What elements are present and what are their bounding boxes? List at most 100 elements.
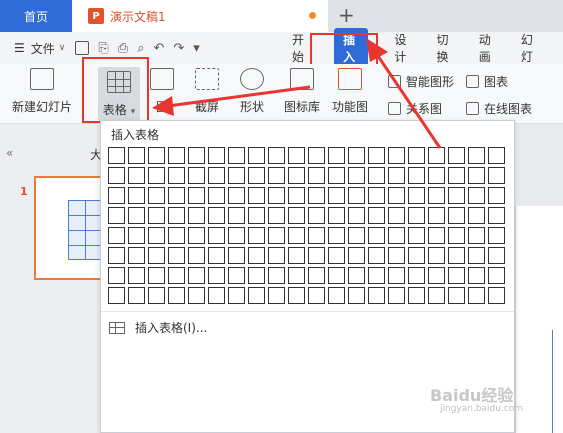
- export-icon[interactable]: ⎘: [98, 41, 108, 56]
- table-grid-cell[interactable]: [388, 287, 405, 304]
- table-grid-cell[interactable]: [368, 267, 385, 284]
- table-grid-cell[interactable]: [328, 207, 345, 224]
- table-grid-cell[interactable]: [208, 187, 225, 204]
- table-grid-cell[interactable]: [488, 287, 505, 304]
- table-grid-cell[interactable]: [448, 147, 465, 164]
- table-grid-cell[interactable]: [168, 227, 185, 244]
- table-grid-cell[interactable]: [448, 287, 465, 304]
- table-grid-cell[interactable]: [228, 287, 245, 304]
- table-grid-cell[interactable]: [308, 227, 325, 244]
- table-grid-cell[interactable]: [448, 187, 465, 204]
- table-grid-cell[interactable]: [208, 167, 225, 184]
- table-grid-cell[interactable]: [248, 147, 265, 164]
- table-grid-cell[interactable]: [148, 287, 165, 304]
- hamburger-icon[interactable]: ☰: [14, 41, 25, 55]
- table-grid-cell[interactable]: [428, 167, 445, 184]
- table-grid-cell[interactable]: [268, 227, 285, 244]
- table-grid-cell[interactable]: [168, 247, 185, 264]
- table-grid-cell[interactable]: [428, 147, 445, 164]
- table-grid-cell[interactable]: [108, 207, 125, 224]
- table-grid-cell[interactable]: [108, 187, 125, 204]
- table-grid-cell[interactable]: [188, 187, 205, 204]
- table-grid-cell[interactable]: [228, 207, 245, 224]
- table-grid-cell[interactable]: [228, 167, 245, 184]
- table-grid-cell[interactable]: [188, 167, 205, 184]
- table-grid-cell[interactable]: [328, 187, 345, 204]
- table-grid-cell[interactable]: [308, 187, 325, 204]
- table-grid-cell[interactable]: [268, 247, 285, 264]
- table-grid-cell[interactable]: [448, 247, 465, 264]
- table-grid-cell[interactable]: [328, 147, 345, 164]
- table-grid-cell[interactable]: [308, 147, 325, 164]
- table-grid-cell[interactable]: [368, 167, 385, 184]
- table-grid-cell[interactable]: [428, 187, 445, 204]
- table-grid-cell[interactable]: [288, 167, 305, 184]
- table-grid-cell[interactable]: [348, 247, 365, 264]
- table-grid-cell[interactable]: [428, 287, 445, 304]
- table-grid-cell[interactable]: [388, 207, 405, 224]
- table-grid-cell[interactable]: [308, 207, 325, 224]
- chart-button[interactable]: 图表: [466, 73, 508, 90]
- table-grid-cell[interactable]: [208, 147, 225, 164]
- table-grid-cell[interactable]: [288, 227, 305, 244]
- table-grid-cell[interactable]: [148, 147, 165, 164]
- table-grid-cell[interactable]: [388, 187, 405, 204]
- table-grid-cell[interactable]: [328, 287, 345, 304]
- table-grid-cell[interactable]: [128, 287, 145, 304]
- tab-slideshow[interactable]: 幻灯: [521, 31, 537, 65]
- new-slide-button[interactable]: 新建幻灯片: [12, 68, 72, 115]
- save-icon[interactable]: [75, 41, 90, 55]
- table-grid-cell[interactable]: [148, 187, 165, 204]
- table-grid-cell[interactable]: [428, 267, 445, 284]
- table-grid-cell[interactable]: [248, 267, 265, 284]
- table-grid-cell[interactable]: [208, 287, 225, 304]
- table-grid-cell[interactable]: [468, 187, 485, 204]
- table-grid-cell[interactable]: [408, 167, 425, 184]
- table-grid-cell[interactable]: [248, 167, 265, 184]
- table-grid-cell[interactable]: [488, 147, 505, 164]
- table-grid-cell[interactable]: [268, 207, 285, 224]
- table-grid-cell[interactable]: [188, 287, 205, 304]
- table-grid-cell[interactable]: [468, 207, 485, 224]
- table-grid-cell[interactable]: [268, 287, 285, 304]
- table-grid-cell[interactable]: [208, 247, 225, 264]
- table-grid-cell[interactable]: [308, 267, 325, 284]
- smart-art-button[interactable]: 智能图形: [388, 73, 454, 90]
- table-grid-cell[interactable]: [108, 227, 125, 244]
- table-grid-cell[interactable]: [208, 207, 225, 224]
- table-grid-cell[interactable]: [228, 227, 245, 244]
- table-grid-cell[interactable]: [328, 247, 345, 264]
- table-grid-cell[interactable]: [468, 147, 485, 164]
- table-grid-cell[interactable]: [348, 167, 365, 184]
- table-grid-cell[interactable]: [108, 247, 125, 264]
- table-grid-cell[interactable]: [268, 147, 285, 164]
- table-grid-cell[interactable]: [288, 147, 305, 164]
- table-size-grid[interactable]: [108, 147, 505, 304]
- table-grid-cell[interactable]: [288, 287, 305, 304]
- table-grid-cell[interactable]: [128, 227, 145, 244]
- table-grid-cell[interactable]: [128, 267, 145, 284]
- table-grid-cell[interactable]: [188, 147, 205, 164]
- preview-icon[interactable]: ⌕: [137, 41, 144, 56]
- table-grid-cell[interactable]: [328, 167, 345, 184]
- table-grid-cell[interactable]: [448, 207, 465, 224]
- redo-icon[interactable]: ↷: [173, 41, 184, 56]
- tab-home[interactable]: 首页: [0, 0, 72, 32]
- tab-document[interactable]: P 演示文稿1: [72, 0, 328, 32]
- tab-animation[interactable]: 动画: [479, 31, 495, 65]
- table-grid-cell[interactable]: [248, 287, 265, 304]
- table-grid-cell[interactable]: [168, 267, 185, 284]
- table-grid-cell[interactable]: [408, 187, 425, 204]
- table-grid-cell[interactable]: [228, 247, 245, 264]
- table-grid-cell[interactable]: [128, 167, 145, 184]
- relation-chart-button[interactable]: 关系图: [388, 100, 442, 117]
- table-grid-cell[interactable]: [288, 247, 305, 264]
- table-grid-cell[interactable]: [468, 287, 485, 304]
- table-grid-cell[interactable]: [128, 147, 145, 164]
- table-grid-cell[interactable]: [228, 187, 245, 204]
- file-menu[interactable]: 文件: [31, 40, 55, 57]
- table-grid-cell[interactable]: [248, 227, 265, 244]
- table-grid-cell[interactable]: [368, 287, 385, 304]
- table-grid-cell[interactable]: [128, 207, 145, 224]
- icon-library-button[interactable]: 图标库: [284, 68, 320, 115]
